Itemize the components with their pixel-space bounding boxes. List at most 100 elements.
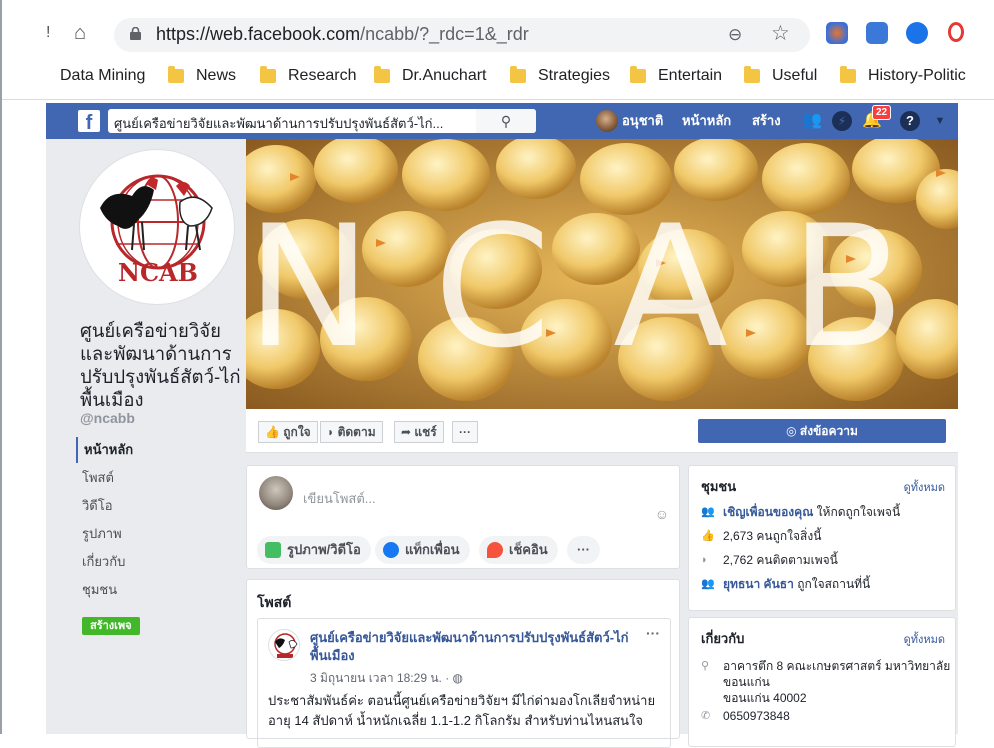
phone-row: ✆ 0650973848	[701, 708, 951, 724]
lock-icon	[130, 27, 141, 40]
follows-count: 2,762 คนติดตามเพจนี้	[723, 553, 838, 567]
home-icon[interactable]: ⌂	[74, 22, 86, 45]
post-card: ศูนย์เครือข่ายวิจัยและพัฒนาด้านการปรับปร…	[257, 618, 671, 748]
bookmark-item[interactable]: Research	[260, 62, 356, 90]
address-row: ⚲ อาคารตึก 8 คณะเกษตรศาสตร์ มหาวิทยาลัยขอ…	[701, 658, 951, 706]
messenger-icon[interactable]: ⚡	[832, 111, 852, 131]
friend-like-text: ถูกใจสถานที่นี้	[797, 577, 871, 591]
facebook-search-input[interactable]: ศูนย์เครือข่ายวิจัยและพัฒนาด้านการปรับปร…	[108, 109, 536, 133]
like-button[interactable]: 👍 ถูกใจ	[258, 421, 318, 443]
create-link[interactable]: สร้าง	[752, 103, 781, 139]
bookmark-label: Strategies	[538, 67, 611, 84]
follow-icon: ◗	[701, 554, 708, 566]
bookmark-item[interactable]: Strategies	[510, 62, 610, 90]
follow-button[interactable]: ◗ ติดตาม	[320, 421, 383, 443]
friend-like-row: 👥 ยุทธนา คันธา ถูกใจสถานที่นี้	[701, 576, 951, 592]
invite-row: 👥 เชิญเพื่อนของคุณ ให้กดถูกใจเพจนี้	[701, 504, 951, 520]
likes-row: 👍 2,673 คนถูกใจสิ่งนี้	[701, 528, 951, 544]
bookmark-item[interactable]: News	[168, 62, 236, 90]
folder-icon	[168, 66, 184, 83]
nav-home[interactable]: หน้าหลัก	[76, 437, 246, 463]
left-column: NCAB ศูนย์เครือข่ายวิจัยและพัฒนาด้านการป…	[46, 139, 246, 734]
logo-text: NCAB	[118, 258, 198, 287]
bookmark-star-icon[interactable]: ☆	[771, 21, 790, 46]
bookmark-item[interactable]: History-Politic	[840, 62, 966, 90]
url-host: https://web.facebook.com	[156, 24, 361, 44]
bookmark-label: Entertain	[658, 67, 723, 84]
nav-about[interactable]: เกี่ยวกับ	[76, 549, 246, 575]
user-avatar[interactable]	[596, 110, 618, 132]
window-left-border	[0, 0, 2, 734]
location-pin-icon	[487, 542, 503, 558]
location-icon: ⚲	[701, 660, 710, 672]
post-author-avatar[interactable]	[268, 629, 300, 661]
follows-row: ◗ 2,762 คนติดตามเพจนี้	[701, 552, 951, 568]
community-see-all-link[interactable]: ดูทั้งหมด	[904, 478, 945, 496]
page-action-bar: 👍 ถูกใจ ◗ ติดตาม ➦ แชร์ ··· ◎ ส่งข้อความ	[246, 409, 958, 453]
extension-icon-2[interactable]	[866, 22, 888, 44]
bookmark-item[interactable]: Data Mining	[60, 62, 145, 90]
bookmark-label: News	[196, 67, 237, 84]
extension-icon-3[interactable]	[906, 22, 928, 44]
check-in-label: เช็คอิน	[509, 542, 548, 557]
like-label: ถูกใจ	[283, 425, 311, 439]
create-page-button[interactable]: สร้างเพจ	[82, 617, 140, 635]
about-card: เกี่ยวกับ ดูทั้งหมด ⚲ อาคารตึก 8 คณะเกษตร…	[688, 617, 956, 747]
photo-video-label: รูปภาพ/วิดีโอ	[287, 542, 361, 557]
post-author-link[interactable]: ศูนย์เครือข่ายวิจัยและพัฒนาด้านการปรับปร…	[310, 629, 630, 665]
address-bar[interactable]: https://web.facebook.com/ncabb/?_rdc=1&_…	[114, 18, 810, 52]
search-icon[interactable]: ⚲	[476, 109, 536, 133]
home-link[interactable]: หน้าหลัก	[682, 103, 731, 139]
composer-more-button[interactable]: ···	[567, 536, 600, 564]
post-options-icon[interactable]: ···	[646, 625, 660, 641]
post-composer: เขียนโพสต์... ☺ รูปภาพ/วิดีโอ แท็กเพื่อน…	[246, 465, 680, 569]
page-handle: @ncabb	[80, 410, 135, 426]
more-actions-button[interactable]: ···	[452, 421, 478, 443]
friend-name-link[interactable]: ยุทธนา คันธา	[723, 577, 794, 591]
about-see-all-link[interactable]: ดูทั้งหมด	[904, 630, 945, 648]
send-message-label: ส่งข้อความ	[799, 424, 858, 438]
post-timestamp[interactable]: 3 มิถุนายน เวลา 18:29 น. · ◍	[310, 669, 463, 688]
emoji-icon[interactable]: ☺	[655, 506, 669, 522]
profile-link[interactable]: อนุชาติ	[622, 103, 663, 139]
posts-title: โพสต์	[257, 594, 292, 610]
search-text: ศูนย์เครือข่ายวิจัยและพัฒนาด้านการปรับปร…	[114, 116, 444, 131]
composer-avatar	[259, 476, 293, 510]
nav-videos[interactable]: วิดีโอ	[76, 493, 246, 519]
cover-ncab-text: NCAB	[246, 189, 958, 385]
extension-icon-1[interactable]	[826, 22, 848, 44]
bookmark-label: Dr.Anuchart	[402, 67, 487, 84]
thumbs-up-icon: 👍	[701, 530, 715, 542]
nav-photos[interactable]: รูปภาพ	[76, 521, 246, 547]
nav-community[interactable]: ชุมชน	[76, 577, 246, 603]
browser-chrome: ! ⌂ https://web.facebook.com/ncabb/?_rdc…	[0, 0, 994, 100]
extension-icon-4[interactable]	[948, 22, 964, 42]
folder-icon	[374, 66, 390, 83]
photo-video-button[interactable]: รูปภาพ/วิดีโอ	[257, 536, 371, 564]
bookmarks-bar: Data Mining News Research Dr.Anuchart St…	[2, 62, 994, 92]
bookmark-item[interactable]: Useful	[744, 62, 817, 90]
bookmark-item[interactable]: Entertain	[630, 62, 722, 90]
account-menu-icon[interactable]: ▼	[930, 111, 950, 131]
bookmark-item[interactable]: Dr.Anuchart	[374, 62, 486, 90]
zoom-icon[interactable]: ⊖	[728, 25, 742, 45]
page-profile-picture[interactable]: NCAB	[79, 149, 235, 305]
reload-icon[interactable]: !	[46, 24, 50, 42]
post-body: ประชาสัมพันธ์ค่ะ ตอนนี้ศูนย์เครือข่ายวิจ…	[268, 693, 656, 728]
send-message-button[interactable]: ◎ ส่งข้อความ	[698, 419, 946, 443]
share-label: แชร์	[414, 425, 437, 439]
nav-posts[interactable]: โพสต์	[76, 465, 246, 491]
tag-friends-button[interactable]: แท็กเพื่อน	[375, 536, 470, 564]
bookmark-label: History-Politic	[868, 67, 966, 84]
invite-friends-link[interactable]: เชิญเพื่อนของคุณ	[723, 505, 813, 519]
composer-input[interactable]: เขียนโพสต์...	[303, 488, 376, 509]
cover-photo[interactable]: NCAB	[246, 139, 958, 409]
folder-icon	[260, 66, 276, 83]
folder-icon	[744, 66, 760, 83]
share-button[interactable]: ➦ แชร์	[394, 421, 444, 443]
phone-number[interactable]: 0650973848	[723, 708, 790, 724]
facebook-logo-icon[interactable]: f	[78, 110, 100, 134]
check-in-button[interactable]: เช็คอิน	[479, 536, 558, 564]
help-icon[interactable]: ?	[900, 111, 920, 131]
friend-requests-icon[interactable]: 👥	[802, 111, 822, 131]
